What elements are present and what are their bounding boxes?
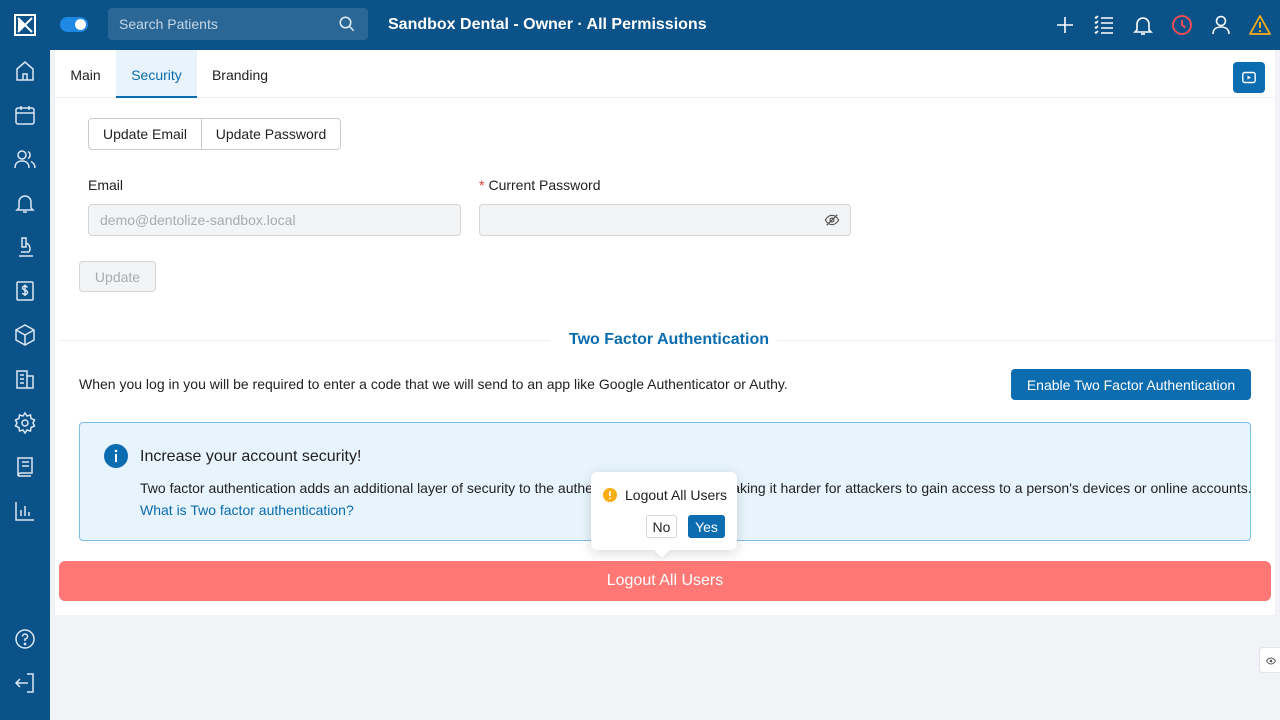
building-icon[interactable]	[13, 367, 37, 391]
update-password-tab[interactable]: Update Password	[201, 118, 341, 150]
mode-toggle[interactable]	[60, 17, 88, 32]
floating-preview-button[interactable]	[1259, 647, 1280, 673]
bell-icon[interactable]	[1131, 13, 1155, 37]
current-password-label: * Current Password	[479, 177, 601, 193]
search-icon[interactable]	[338, 15, 356, 33]
analytics-icon[interactable]	[13, 499, 37, 523]
patients-icon[interactable]	[13, 147, 37, 171]
search-input[interactable]	[108, 8, 328, 40]
section-divider-left	[60, 340, 550, 341]
two-factor-info-link[interactable]: What is Two factor authentication?	[140, 502, 354, 518]
email-field[interactable]	[88, 204, 461, 236]
eye-off-icon[interactable]	[824, 212, 840, 228]
sidebar	[0, 0, 50, 720]
video-help-button[interactable]	[1233, 62, 1265, 93]
email-label: Email	[88, 177, 124, 193]
app-title: Sandbox Dental - Owner · All Permissions	[388, 16, 707, 33]
info-icon	[104, 444, 128, 468]
tab-branding[interactable]: Branding	[204, 50, 276, 98]
home-icon[interactable]	[13, 59, 37, 83]
logo-icon[interactable]	[13, 13, 37, 37]
billing-icon[interactable]	[13, 279, 37, 303]
logout-confirm-popover: Logout All Users No Yes	[591, 472, 737, 550]
update-email-tab[interactable]: Update Email	[88, 118, 202, 150]
task-list-icon[interactable]	[1092, 13, 1116, 37]
calendar-icon[interactable]	[13, 103, 37, 127]
popover-no-button[interactable]: No	[646, 515, 677, 538]
microscope-icon[interactable]	[13, 235, 37, 259]
search-box	[108, 8, 368, 40]
update-button[interactable]: Update	[79, 261, 156, 292]
two-factor-title: Two Factor Authentication	[569, 331, 769, 348]
warning-icon[interactable]	[1248, 13, 1272, 37]
enable-two-factor-button[interactable]: Enable Two Factor Authentication	[1011, 369, 1251, 400]
popover-title: Logout All Users	[625, 487, 727, 503]
eye-icon	[1266, 657, 1276, 665]
current-password-field[interactable]	[479, 204, 851, 236]
settings-icon[interactable]	[13, 411, 37, 435]
required-mark: *	[479, 177, 485, 193]
logout-all-users-button[interactable]: Logout All Users	[59, 561, 1271, 601]
top-bar: Sandbox Dental - Owner · All Permissions	[50, 0, 1280, 50]
plus-icon[interactable]	[1053, 13, 1077, 37]
popover-yes-button[interactable]: Yes	[688, 515, 725, 538]
video-icon	[1242, 71, 1256, 84]
reports-icon[interactable]	[13, 455, 37, 479]
help-icon[interactable]	[13, 627, 37, 651]
tab-security[interactable]: Security	[116, 50, 197, 98]
section-divider-right	[777, 340, 1275, 341]
tab-main[interactable]: Main	[60, 50, 111, 98]
user-icon[interactable]	[1209, 13, 1233, 37]
inventory-icon[interactable]	[13, 323, 37, 347]
logout-icon[interactable]	[13, 671, 37, 695]
alert-title: Increase your account security!	[140, 448, 362, 465]
exclamation-icon	[603, 488, 617, 502]
current-password-label-text: Current Password	[488, 177, 601, 193]
two-factor-description: When you log in you will be required to …	[79, 376, 788, 392]
notifications-icon[interactable]	[13, 191, 37, 215]
clock-icon[interactable]	[1170, 13, 1194, 37]
